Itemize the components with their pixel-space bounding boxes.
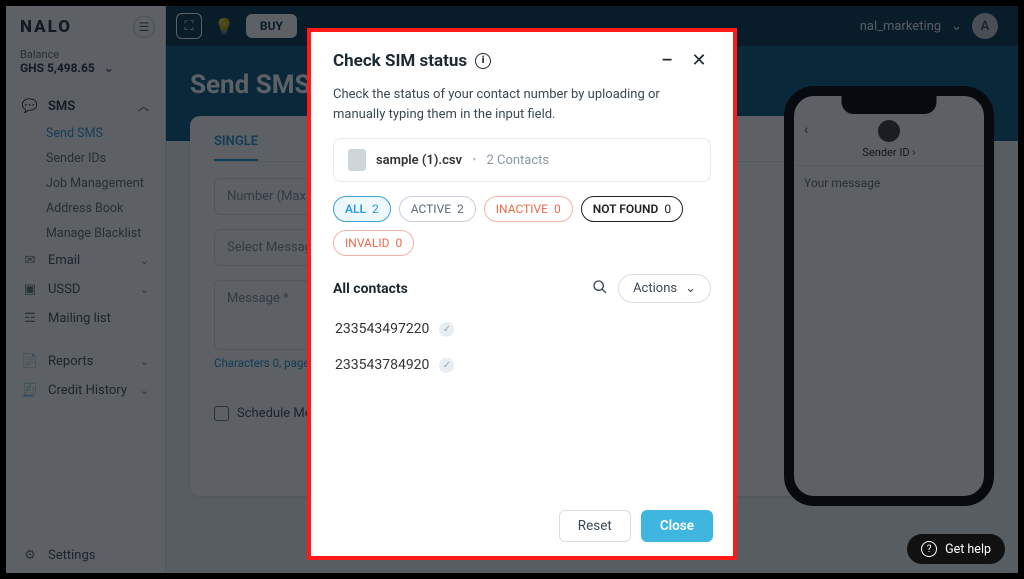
modal-title: Check SIM status [333,51,467,71]
file-pill[interactable]: sample (1).csv • 2 Contacts [333,138,711,182]
filter-invalid[interactable]: INVALID0 [333,230,414,256]
contacts-heading: All contacts [333,281,408,297]
filter-notfound[interactable]: NOT FOUND0 [581,196,683,222]
minimize-icon[interactable]: – [655,50,679,71]
close-button[interactable]: Close [641,510,713,542]
contact-row[interactable]: 233543497220 ✓ [311,311,733,347]
contact-row[interactable]: 233543784920 ✓ [311,347,733,383]
question-icon: ? [921,541,937,557]
get-help-button[interactable]: ? Get help [907,534,1005,564]
actions-dropdown[interactable]: Actions⌄ [618,274,711,303]
close-icon[interactable]: ✕ [687,50,711,71]
file-count: 2 Contacts [486,153,549,168]
contact-number: 233543784920 [335,357,429,373]
filter-row: ALL2 ACTIVE2 INACTIVE0 NOT FOUND0 INVALI… [311,196,733,266]
info-icon[interactable]: i [475,53,491,69]
reset-button[interactable]: Reset [559,510,631,542]
filter-inactive[interactable]: INACTIVE0 [484,196,573,222]
modal-description: Check the status of your contact number … [311,79,733,138]
file-icon [348,149,366,171]
filter-all[interactable]: ALL2 [333,196,391,222]
search-icon[interactable] [592,279,608,299]
file-name: sample (1).csv [376,153,462,168]
check-icon: ✓ [439,358,454,373]
filter-active[interactable]: ACTIVE2 [399,196,476,222]
contact-number: 233543497220 [335,321,429,337]
check-icon: ✓ [439,322,454,337]
check-sim-modal: Check SIM status i – ✕ Check the status … [307,28,737,560]
dot-icon: • [472,153,476,168]
chevron-down-icon: ⌄ [685,281,696,296]
